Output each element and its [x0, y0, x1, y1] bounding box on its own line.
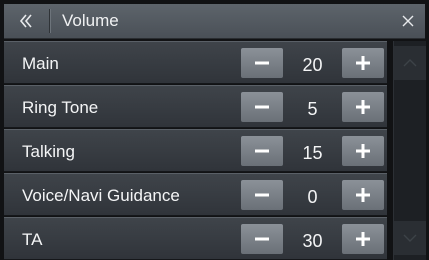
minus-icon: [255, 149, 269, 153]
chevron-up-icon: [403, 59, 417, 67]
plus-icon: [356, 188, 370, 202]
minus-icon: [255, 105, 269, 109]
page-title: Volume: [62, 11, 119, 30]
volume-row-talking: Talking 15: [4, 129, 387, 172]
decrease-button[interactable]: [241, 180, 283, 210]
close-icon: [402, 15, 414, 27]
volume-value: 0: [307, 187, 318, 207]
row-label: Talking: [22, 142, 75, 161]
row-label: TA: [22, 230, 43, 249]
decrease-button[interactable]: [241, 136, 283, 166]
increase-button[interactable]: [342, 224, 384, 254]
back-button[interactable]: [4, 4, 48, 38]
plus-icon: [356, 144, 370, 158]
increase-button[interactable]: [342, 48, 384, 78]
volume-row-voice-navi-guidance: Voice/Navi Guidance 0: [4, 173, 387, 216]
minus-icon: [255, 237, 269, 241]
scroll-down-button[interactable]: [394, 221, 426, 255]
row-label: Voice/Navi Guidance: [22, 186, 180, 205]
row-label: Main: [22, 54, 59, 73]
volume-stepper: 15: [241, 136, 384, 166]
plus-icon: [356, 56, 370, 70]
volume-list: Main 20 Ring Tone 5 Talking 15 Voice/Nav…: [4, 38, 387, 260]
plus-icon: [356, 232, 370, 246]
volume-row-main: Main 20: [4, 41, 387, 84]
chevron-down-icon: [403, 234, 417, 242]
decrease-button[interactable]: [241, 48, 283, 78]
volume-screen: Volume Main 20 Ring Tone 5 Talking 15 Vo…: [0, 0, 429, 260]
volume-row-ta: TA 30: [4, 217, 387, 260]
double-chevron-left-icon: [19, 14, 32, 28]
title-bar: Volume: [4, 4, 425, 39]
volume-value: 15: [302, 143, 323, 163]
increase-button[interactable]: [342, 136, 384, 166]
volume-stepper: 20: [241, 48, 384, 78]
decrease-button[interactable]: [241, 224, 283, 254]
decrease-button[interactable]: [241, 92, 283, 122]
volume-row-ring-tone: Ring Tone 5: [4, 85, 387, 128]
volume-stepper: 0: [241, 180, 384, 210]
title-divider: [49, 9, 50, 33]
volume-stepper: 5: [241, 92, 384, 122]
minus-icon: [255, 61, 269, 65]
scrollbar[interactable]: [393, 41, 426, 260]
plus-icon: [356, 100, 370, 114]
volume-stepper: 30: [241, 224, 384, 254]
minus-icon: [255, 193, 269, 197]
volume-value: 30: [302, 231, 323, 251]
volume-value: 5: [307, 99, 318, 119]
close-button[interactable]: [391, 4, 425, 38]
scroll-up-button[interactable]: [394, 46, 426, 80]
row-label: Ring Tone: [22, 98, 99, 117]
volume-value: 20: [302, 55, 323, 75]
increase-button[interactable]: [342, 92, 384, 122]
increase-button[interactable]: [342, 180, 384, 210]
